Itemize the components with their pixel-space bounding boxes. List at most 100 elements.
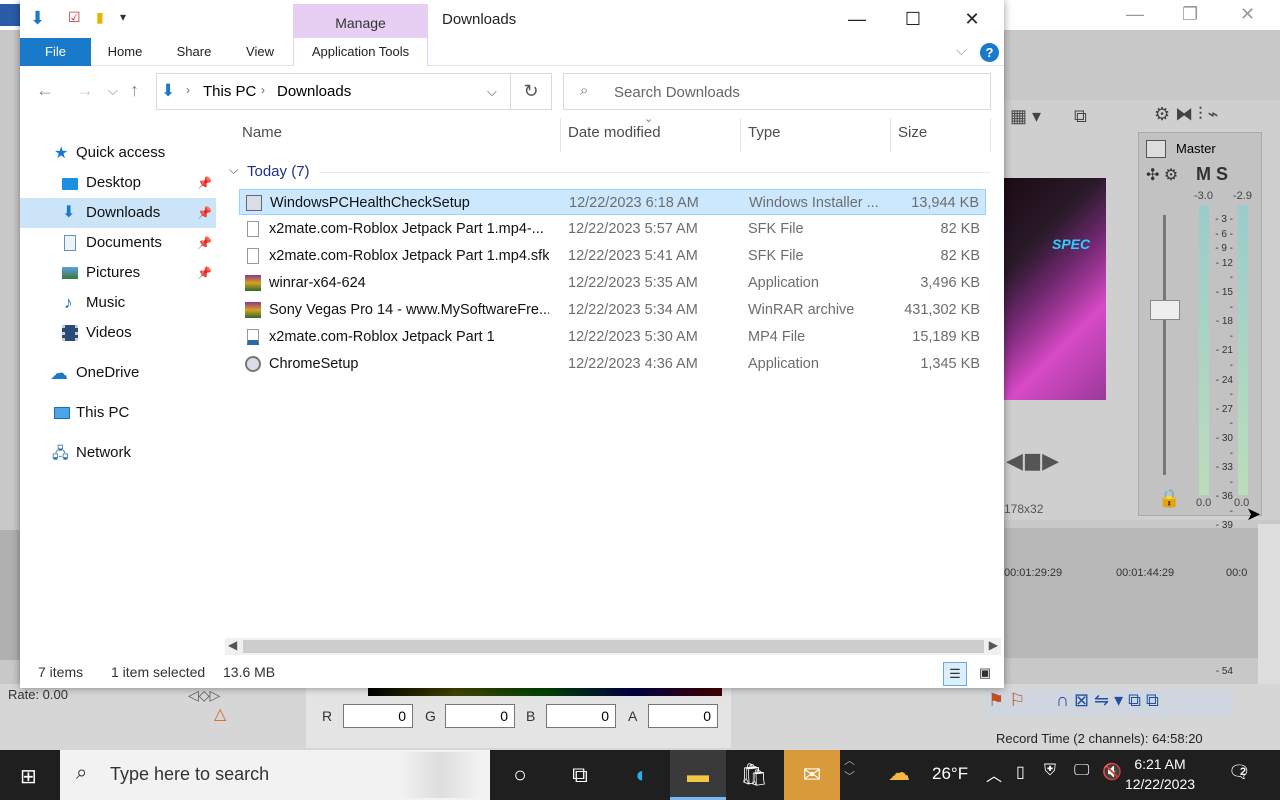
nav-documents[interactable]: Documents 📌 (20, 228, 216, 258)
column-separator[interactable] (990, 118, 991, 152)
back-icon[interactable]: ← (36, 80, 54, 101)
file-row[interactable]: winrar-x64-624 12/22/2023 5:35 AM Applic… (239, 270, 986, 296)
large-icons-view-icon[interactable]: ▣ (973, 662, 997, 686)
up-icon[interactable]: ↑ (130, 80, 139, 101)
clock[interactable]: 6:21 AM 12/22/2023 (1120, 754, 1200, 794)
breadcrumb-downloads[interactable]: Downloads (277, 83, 351, 100)
r-input[interactable]: 0 (343, 704, 413, 728)
master-fader-knob[interactable] (1150, 300, 1180, 320)
details-view-icon[interactable]: ☰ (943, 662, 967, 686)
volume-muted-icon[interactable]: 🔇 (1102, 762, 1122, 782)
address-bar[interactable]: ⬇ › This PC › Downloads ⌵ (156, 73, 511, 110)
edge-icon[interactable]: ◐ (614, 750, 670, 800)
file-row[interactable]: x2mate.com-Roblox Jetpack Part 1 12/22/2… (239, 324, 986, 350)
nav-quick-access[interactable]: ★ Quick access (20, 138, 216, 168)
home-tab[interactable]: Home (98, 38, 152, 66)
store-icon[interactable]: 🛍 (726, 750, 782, 800)
pan-icon[interactable]: ✣ ⚙ (1146, 165, 1178, 185)
tray-security-icon[interactable]: ⛨ (1044, 762, 1056, 780)
pin-icon[interactable]: 📌 (197, 168, 212, 198)
file-row[interactable]: Sony Vegas Pro 14 - www.MySoftwareFre...… (239, 297, 986, 323)
marker-tools-icon[interactable]: ⚑ ⚐ (988, 690, 1025, 711)
weather-icon[interactable]: ☁ (888, 760, 910, 786)
file-tab[interactable]: File (20, 38, 91, 66)
qat-dropdown-icon[interactable]: ▾ (120, 10, 126, 24)
scroll-right-icon[interactable]: ▶ (989, 638, 998, 652)
tray-app-icon[interactable]: ▯ (1016, 762, 1025, 782)
recent-locations-icon[interactable]: ⌵ (108, 83, 118, 99)
search-input[interactable]: Search Downloads (614, 84, 740, 101)
cortana-icon[interactable]: ○ (492, 750, 548, 800)
mail-icon[interactable]: ✉ (784, 750, 840, 800)
vegas-minimize-icon[interactable]: — (1126, 4, 1144, 25)
taskbar-scroll-icon[interactable]: ︿ ﹀ (844, 752, 855, 784)
taskbar-search-input[interactable]: Type here to search (110, 764, 269, 785)
breadcrumb-separator-icon[interactable]: › (186, 83, 190, 97)
nav-desktop[interactable]: Desktop 📌 (20, 168, 216, 198)
file-row[interactable]: x2mate.com-Roblox Jetpack Part 1.mp4.sfk… (239, 243, 986, 269)
b-input[interactable]: 0 (546, 704, 616, 728)
maximize-button[interactable]: ☐ (890, 6, 936, 32)
pin-icon[interactable]: 📌 (197, 198, 212, 228)
task-view-icon[interactable]: ⧉ (552, 750, 608, 800)
nav-pictures[interactable]: Pictures 📌 (20, 258, 216, 288)
column-header-name[interactable]: Name (242, 124, 282, 141)
vegas-restore-icon[interactable]: ❐ (1182, 4, 1198, 25)
manage-context-tab[interactable]: Manage (293, 4, 428, 38)
mixer-settings-icon[interactable]: ⚙ ⧓ ⫶ ⌁ (1154, 104, 1218, 125)
column-separator[interactable] (560, 118, 561, 152)
mute-solo-buttons[interactable]: M S (1196, 164, 1228, 185)
color-spectrum[interactable] (368, 688, 722, 696)
vegas-close-icon[interactable]: ✕ (1240, 4, 1255, 25)
column-header-size[interactable]: Size (898, 124, 927, 141)
copy-icon[interactable]: ⧉ (1074, 106, 1087, 127)
share-tab[interactable]: Share (168, 38, 220, 66)
nav-network[interactable]: 🖧 Network (20, 438, 216, 468)
help-icon[interactable]: ? (980, 43, 999, 62)
grid-icon[interactable]: ▦ ▾ (1010, 106, 1041, 127)
minimize-button[interactable]: — (834, 6, 880, 32)
weather-temp[interactable]: 26°F (932, 764, 968, 784)
close-button[interactable]: ✕ (949, 6, 995, 32)
network-icon[interactable]: 🖵 (1074, 762, 1089, 780)
refresh-button[interactable]: ↻ (511, 73, 552, 110)
group-collapse-icon[interactable]: ⌵ (229, 163, 238, 178)
new-folder-icon[interactable]: ▮ (96, 9, 104, 26)
lock-icon[interactable]: 🔒 (1158, 488, 1180, 509)
master-fx-icon[interactable] (1146, 140, 1166, 158)
breadcrumb-separator-icon[interactable]: › (261, 83, 265, 97)
column-header-date[interactable]: Date modified (568, 124, 661, 141)
pin-icon[interactable]: 📌 (197, 228, 212, 258)
column-separator[interactable] (740, 118, 741, 152)
nav-onedrive[interactable]: ☁ OneDrive (20, 358, 216, 388)
column-header-type[interactable]: Type (748, 124, 781, 141)
g-input[interactable]: 0 (445, 704, 515, 728)
properties-icon[interactable]: ☑ (68, 9, 81, 26)
column-separator[interactable] (890, 118, 891, 152)
show-hidden-icons-icon[interactable]: ︿ (986, 762, 1002, 786)
file-row[interactable]: x2mate.com-Roblox Jetpack Part 1.mp4-...… (239, 216, 986, 242)
start-button[interactable]: ⊞ (0, 750, 60, 800)
pin-icon[interactable]: 📌 (197, 258, 212, 288)
scroll-thumb[interactable] (243, 640, 984, 653)
nav-downloads[interactable]: ⬇ Downloads 📌 (20, 198, 216, 228)
file-row[interactable]: WindowsPCHealthCheckSetup 12/22/2023 6:1… (239, 189, 986, 215)
scroll-left-icon[interactable]: ◀ (228, 638, 237, 652)
transport-arrows-icon[interactable]: ◁◇▷ (188, 687, 220, 704)
nav-videos[interactable]: Videos (20, 318, 216, 348)
a-input[interactable]: 0 (648, 704, 718, 728)
nav-music[interactable]: ♪ Music (20, 288, 216, 318)
breadcrumb-this-pc[interactable]: This PC (203, 83, 256, 100)
expand-ribbon-icon[interactable]: ⌵ (956, 42, 967, 59)
marker-triangle-icon[interactable]: △ (214, 704, 226, 724)
application-tools-tab[interactable]: Application Tools (293, 38, 428, 66)
file-row[interactable]: ChromeSetup 12/22/2023 4:36 AM Applicati… (239, 351, 986, 377)
address-dropdown-icon[interactable]: ⌵ (487, 84, 497, 100)
forward-icon[interactable]: → (76, 80, 94, 101)
group-header-today[interactable]: Today (7) (247, 163, 310, 180)
file-explorer-taskbar-icon[interactable]: ▬ (670, 750, 726, 800)
taskbar-search-box[interactable]: ⌕ Type here to search (60, 750, 490, 800)
snap-tools-icon[interactable]: ∩ ⊠ ⇋ ▾ ⧉ ⧉ (1056, 690, 1159, 711)
horizontal-scrollbar[interactable]: ◀ ▶ (225, 638, 1001, 655)
timeline-vertical-scroll[interactable] (1258, 524, 1280, 684)
